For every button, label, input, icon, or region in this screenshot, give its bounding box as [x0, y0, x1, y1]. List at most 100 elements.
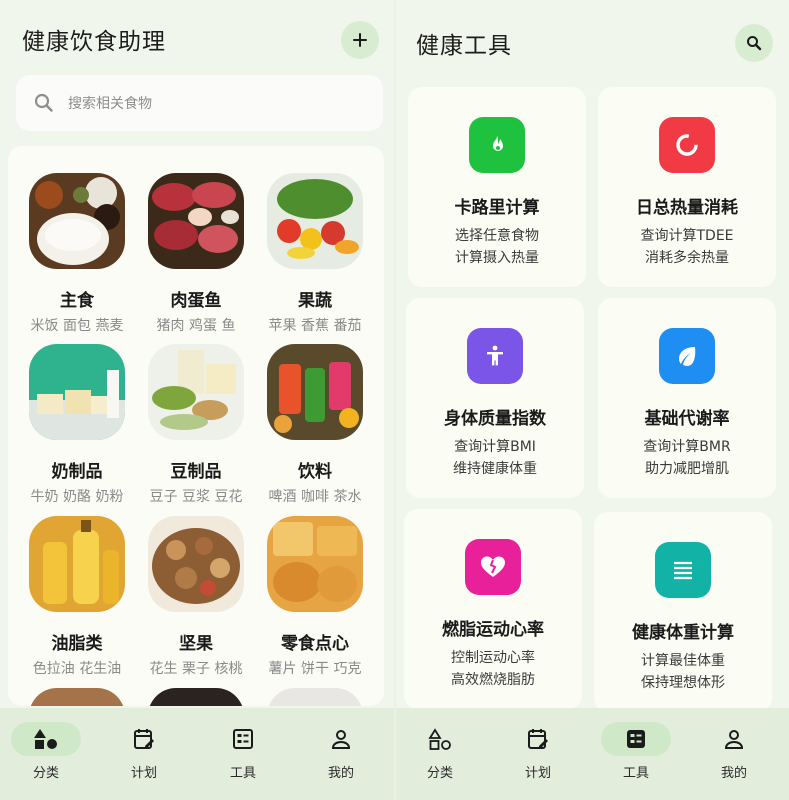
tool-title: 卡路里计算 [454, 198, 540, 218]
dairy-image [29, 344, 125, 440]
tool-desc-line: 维持健康体重 [453, 461, 537, 477]
staple-food-image [29, 173, 125, 269]
tool-desc-line: 查询计算BMI [454, 439, 536, 455]
nav-category[interactable]: 分类 [6, 722, 86, 781]
nav-label: 工具 [622, 766, 649, 781]
tool-title: 基础代谢率 [644, 409, 730, 429]
category-staple[interactable]: 主食 米饭 面包 燕麦 [17, 173, 137, 335]
category-partial[interactable] [136, 688, 256, 706]
nav-me[interactable]: 我的 [301, 722, 381, 781]
category-name: 果蔬 [298, 291, 332, 311]
category-name: 油脂类 [51, 634, 103, 654]
search-icon [747, 36, 762, 51]
category-examples: 猪肉 鸡蛋 鱼 [156, 318, 236, 334]
tool-desc-line: 高效燃烧脂肪 [451, 672, 535, 688]
category-icon [428, 728, 451, 750]
oils-image [29, 516, 125, 612]
nav-tools[interactable]: 工具 [596, 722, 676, 781]
category-examples: 米饭 面包 燕麦 [30, 318, 124, 334]
tool-calorie-calculator[interactable]: 卡路里计算 选择任意食物 计算摄入热量 [408, 87, 586, 287]
tool-desc-line: 保持理想体形 [641, 675, 725, 691]
tool-desc-line: 查询计算BMR [643, 439, 731, 455]
bottom-navigation: 分类 计划 工具 我的 [396, 708, 789, 800]
tool-tdee[interactable]: 日总热量消耗 查询计算TDEE 消耗多余热量 [598, 87, 776, 287]
category-meat-egg-fish[interactable]: 肉蛋鱼 猪肉 鸡蛋 鱼 [136, 173, 256, 335]
category-name: 豆制品 [170, 462, 222, 482]
leaf-icon [679, 347, 696, 366]
tool-desc-line: 控制运动心率 [451, 650, 535, 666]
search-input[interactable]: 搜索相关食物 [68, 93, 152, 113]
category-snacks[interactable]: 零食点心 薯片 饼干 巧克 [255, 516, 375, 678]
category-drinks[interactable]: 饮料 啤酒 咖啡 茶水 [255, 344, 375, 506]
nav-label: 我的 [720, 766, 747, 781]
nav-label: 工具 [229, 766, 256, 781]
search-bar[interactable]: 搜索相关食物 [16, 75, 383, 131]
category-dairy[interactable]: 奶制品 牛奶 奶酪 奶粉 [17, 344, 137, 506]
plus-icon [353, 33, 367, 47]
category-image [148, 688, 244, 706]
snacks-image [267, 516, 363, 612]
category-examples: 花生 栗子 核桃 [149, 661, 243, 677]
flame-icon [493, 135, 503, 151]
tool-title: 身体质量指数 [444, 409, 546, 429]
tool-title: 健康体重计算 [632, 623, 734, 643]
category-examples: 牛奶 奶酪 奶粉 [30, 489, 124, 505]
nav-label: 计划 [524, 766, 551, 781]
category-image [29, 688, 125, 706]
tool-desc-line: 计算最佳体重 [641, 653, 725, 669]
calendar-edit-icon [528, 729, 548, 749]
tool-title: 燃脂运动心率 [442, 620, 544, 640]
ring-icon [676, 134, 698, 156]
search-icon [34, 93, 53, 112]
search-button[interactable] [735, 24, 773, 62]
broken-heart-icon [481, 556, 505, 577]
nav-plan[interactable]: 计划 [104, 722, 184, 781]
bottom-navigation: 分类 计划 工具 我的 [0, 708, 394, 800]
category-name: 肉蛋鱼 [170, 291, 222, 311]
category-oils[interactable]: 油脂类 色拉油 花生油 [17, 516, 137, 678]
app-title: 健康饮食助理 [22, 29, 166, 55]
category-nuts[interactable]: 坚果 花生 栗子 核桃 [136, 516, 256, 678]
tool-bmr[interactable]: 基础代谢率 查询计算BMR 助力减肥增肌 [598, 298, 776, 498]
category-name: 坚果 [179, 634, 213, 654]
nav-tools[interactable]: 工具 [203, 722, 283, 781]
tool-icon-box [655, 542, 711, 598]
add-button[interactable] [341, 21, 379, 59]
tool-bmi[interactable]: 身体质量指数 查询计算BMI 维持健康体重 [406, 298, 584, 498]
app-title: 健康工具 [416, 33, 512, 59]
tool-icon-box [467, 328, 523, 384]
health-tools-screen: 健康工具 卡路里计算 选择任意食物 计算摄入热量 日总热量消耗 查询计算TDEE… [396, 0, 789, 800]
meat-egg-fish-image [148, 173, 244, 269]
category-name: 奶制品 [51, 462, 103, 482]
tool-healthy-weight[interactable]: 健康体重计算 计算最佳体重 保持理想体形 [594, 512, 772, 712]
category-name: 主食 [60, 291, 94, 311]
category-name: 零食点心 [281, 634, 349, 654]
drinks-image [267, 344, 363, 440]
figure-icon [487, 345, 503, 366]
category-name: 饮料 [298, 462, 332, 482]
category-soy[interactable]: 豆制品 豆子 豆浆 豆花 [136, 344, 256, 506]
person-icon [331, 730, 351, 749]
category-fruit-veg[interactable]: 果蔬 苹果 香蕉 番茄 [255, 173, 375, 335]
nav-label: 我的 [327, 766, 354, 781]
tools-list-icon [233, 729, 253, 749]
tool-desc-line: 查询计算TDEE [640, 228, 734, 244]
food-category-screen: 健康饮食助理 搜索相关食物 主食 米饭 面包 燕麦 肉蛋鱼 猪肉 鸡蛋 鱼 果蔬… [0, 0, 394, 800]
tool-icon-box [465, 539, 521, 595]
tool-icon-box [469, 117, 525, 173]
tools-list-icon [627, 730, 645, 748]
person-icon [724, 730, 744, 749]
nav-plan[interactable]: 计划 [498, 722, 578, 781]
nav-me[interactable]: 我的 [694, 722, 774, 781]
tool-desc-line: 助力减肥增肌 [645, 461, 729, 477]
tool-desc-line: 计算摄入热量 [455, 250, 539, 266]
nuts-image [148, 516, 244, 612]
tool-title: 日总热量消耗 [636, 198, 738, 218]
category-partial[interactable] [17, 688, 137, 706]
lines-icon [674, 561, 692, 580]
category-partial[interactable] [255, 688, 375, 706]
nav-label: 计划 [130, 766, 157, 781]
category-examples: 薯片 饼干 巧克 [268, 661, 362, 677]
tool-fat-burn-heart-rate[interactable]: 燃脂运动心率 控制运动心率 高效燃烧脂肪 [404, 509, 582, 709]
nav-category[interactable]: 分类 [400, 722, 480, 781]
